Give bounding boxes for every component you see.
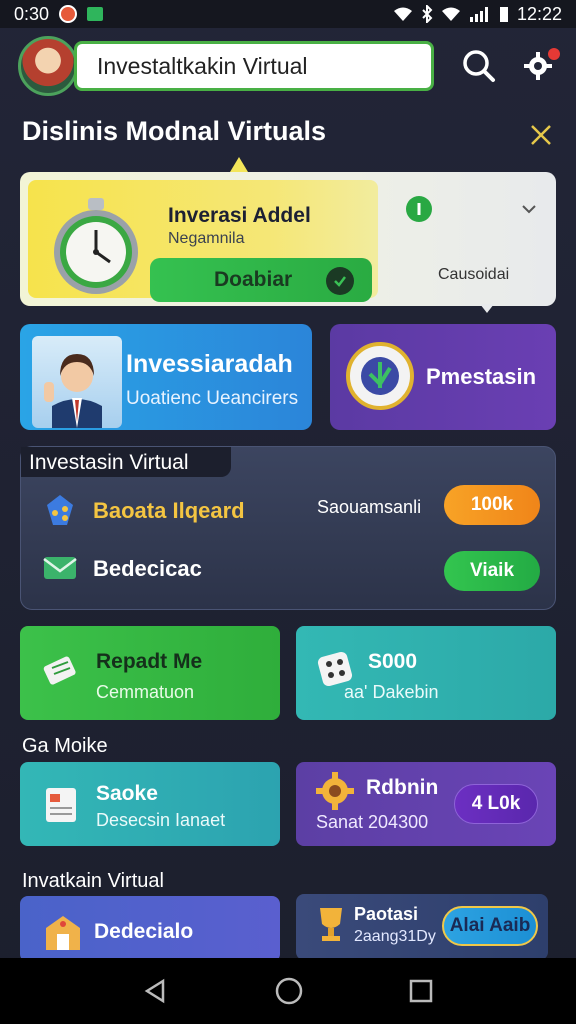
row-value: Saouamsanli [317, 497, 422, 517]
grid-card[interactable]: Repadt Me Cemmatuon [20, 626, 280, 720]
share-icon [47, 495, 73, 525]
hero-card[interactable]: Inverasi Addel Negamnila Doabiar Causoid… [20, 172, 556, 306]
battery-icon [499, 7, 508, 22]
grid-card[interactable]: Saoke Desecsin Ianaet [20, 762, 280, 846]
promo-card-achievement[interactable]: Pmestasin [330, 324, 556, 430]
grid-card[interactable]: Paotasi 2aang31Dy Alai Aaib [296, 894, 548, 960]
bluetooth-icon [422, 5, 433, 23]
row-label: Bedecicac [93, 556, 202, 581]
promo-card-title: Pmestasin [426, 364, 537, 389]
hero-pointer [230, 157, 248, 172]
check-icon [326, 267, 354, 295]
promo-card-title: Invessiaradah [126, 350, 293, 378]
medal-icon [346, 342, 414, 410]
document-icon [46, 788, 76, 822]
recents-icon[interactable] [409, 979, 433, 1003]
promo-card-subtitle: Uoatienc Ueancirers [126, 388, 299, 409]
mail-icon [43, 557, 77, 579]
grid-card[interactable]: Dedecialo [20, 896, 280, 962]
gear-gold-icon [316, 772, 354, 810]
ticket-icon [43, 656, 76, 685]
grid-card-pill-button[interactable]: 4 L0k [454, 784, 538, 824]
grid-card-subtitle: Sanat 204300 [316, 812, 429, 832]
notification-icon [59, 5, 78, 23]
promo-card-investment[interactable]: Invessiaradah Uoatienc Ueancirers [20, 324, 312, 430]
search-icon [463, 50, 496, 82]
wifi-icon [393, 7, 412, 21]
stopwatch-icon [54, 198, 138, 294]
grid-card-pill-button[interactable]: Alai Aaib [442, 906, 538, 946]
status-clock: 12:22 [516, 3, 562, 24]
grid-card-title: S000 [368, 650, 418, 673]
message-icon [87, 7, 104, 21]
grid-card-title: Saoke [96, 782, 158, 805]
app-screen: 0:30 12:22 Investaltkakin Virtual Dislin… [0, 0, 576, 1024]
section-label: Ga Moike [22, 735, 108, 757]
advisor-avatar [32, 336, 122, 428]
chevron-down-icon[interactable] [520, 200, 538, 218]
section-title: Dislinis Modnal Virtuals [22, 116, 327, 146]
status-time: 0:30 [14, 3, 50, 24]
system-nav-bar [0, 958, 576, 1024]
hero-pointer-bottom [480, 304, 494, 313]
grid-card-subtitle: Desecsin Ianaet [96, 810, 226, 830]
row-action-button[interactable]: Viaik [444, 551, 540, 591]
grid-card-title: Repadt Me [96, 650, 203, 673]
notification-badge [548, 48, 560, 60]
hero-title: Inverasi Addel [168, 204, 311, 227]
cell-signal-icon [469, 7, 488, 22]
grid-card-subtitle: aa' Dakebin [344, 682, 439, 702]
hero-action-button[interactable]: Doabiar [150, 258, 372, 302]
search-button[interactable] [460, 46, 499, 86]
virtual-investment-panel: Investasin Virtual Baoata Ilqeard Saouam… [20, 446, 556, 610]
app-header: Investaltkakin Virtual [0, 30, 576, 102]
settings-button[interactable] [519, 46, 560, 86]
row-label: Baoata Ilqeard [93, 498, 245, 523]
trophy-icon [320, 908, 342, 941]
grid-card-subtitle: 2aang31Dy [354, 928, 436, 945]
row-action-button[interactable]: 100k [444, 485, 540, 525]
back-icon[interactable] [143, 978, 169, 1004]
hero-inner: Inverasi Addel Negamnila Doabiar [28, 180, 378, 302]
home-icon[interactable] [275, 977, 303, 1005]
search-input-text: Investaltkakin Virtual [97, 52, 308, 79]
grid-card-subtitle: Cemmatuon [96, 682, 195, 702]
info-icon[interactable] [406, 196, 432, 222]
avatar[interactable] [18, 36, 78, 96]
section-label: Invatkain Virtual [22, 870, 164, 892]
close-icon[interactable] [528, 122, 554, 148]
grid-card[interactable]: S000 aa' Dakebin [296, 626, 556, 720]
grid-card-title: Dedecialo [94, 920, 194, 943]
hero-subtitle: Negamnila [168, 230, 245, 247]
hero-action-label: Doabiar [214, 268, 293, 291]
status-bar: 0:30 12:22 [0, 0, 576, 28]
hero-side-label: Causoidai [438, 266, 510, 283]
building-icon [46, 916, 80, 950]
wifi-signal-icon [441, 7, 460, 21]
search-input[interactable]: Investaltkakin Virtual [74, 41, 434, 91]
grid-card-title: Rdbnin [366, 776, 439, 799]
panel-title: Investasin Virtual [29, 451, 189, 474]
grid-card-title: Paotasi [354, 904, 419, 924]
grid-card[interactable]: Rdbnin Sanat 204300 4 L0k [296, 762, 556, 846]
